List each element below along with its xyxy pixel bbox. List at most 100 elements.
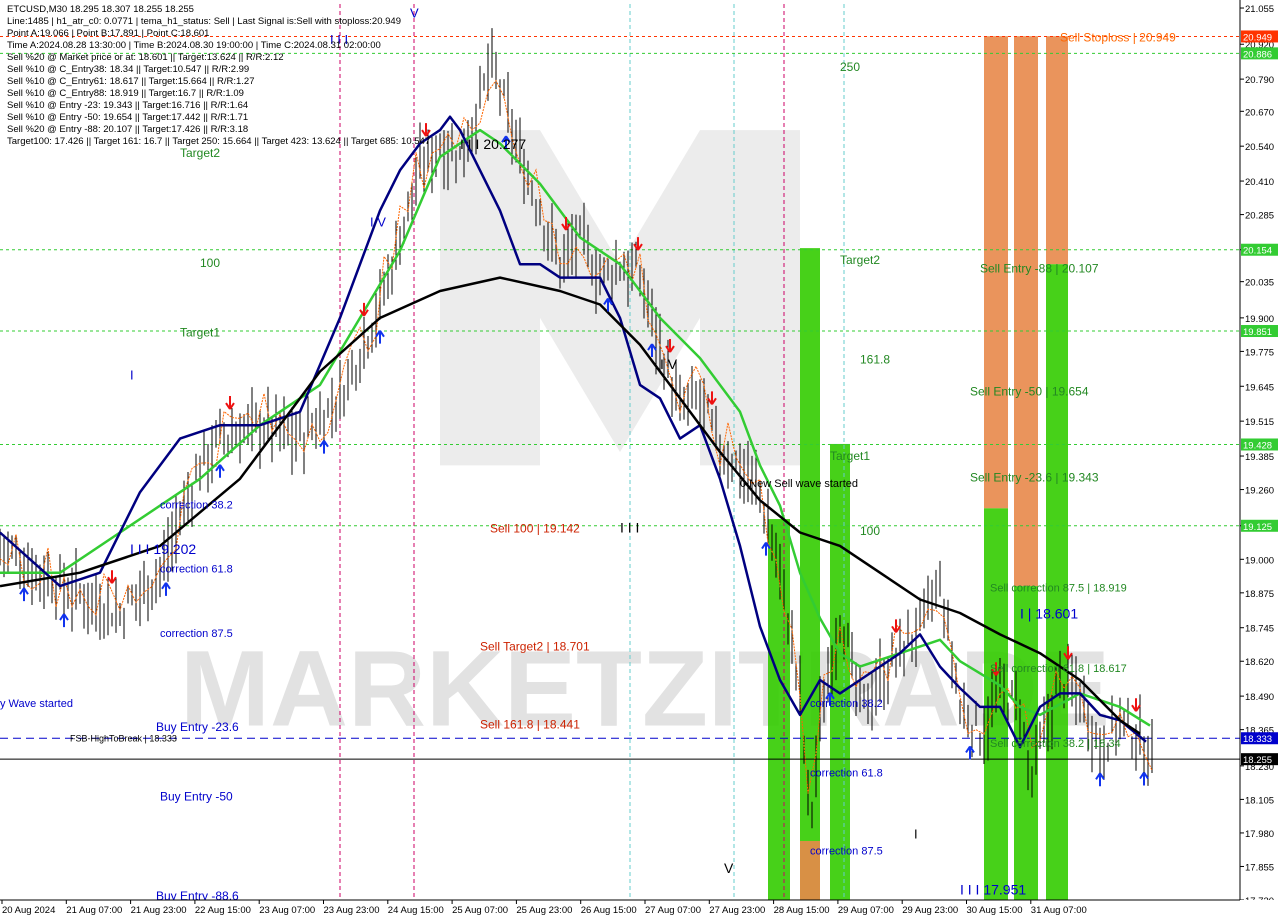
buy-arrow-icon-1	[59, 613, 69, 628]
x-tick-label: 21 Aug 23:00	[131, 905, 187, 916]
chart-annotation-label: I V	[370, 215, 386, 230]
chart-annotation-label: 161.8	[860, 352, 890, 366]
sell-arrow-icon-3	[421, 123, 431, 137]
buy-arrow-icon-2	[161, 582, 171, 596]
chart-annotation-label: Target2	[180, 146, 220, 160]
x-tick-label: 24 Aug 15:00	[388, 905, 444, 916]
watermark-text: MARKETZITRADE	[180, 628, 1110, 749]
info-line-sell-5: Sell %10 @ Entry -23: 19.343 || Target:1…	[7, 100, 249, 111]
chart-annotation-label: Sell 100 | 19.142	[490, 521, 580, 535]
info-line-times: Time A:2024.08.28 13:30:00 | Time B:2024…	[7, 40, 381, 51]
x-tick-label: 22 Aug 15:00	[195, 905, 251, 916]
chart-annotation-label: V	[724, 860, 734, 876]
chart-annotation-label: I I I 20.277	[460, 136, 526, 152]
y-tick-label: 20.790	[1245, 75, 1274, 86]
info-line-sell-2: Sell %10 @ C_Entry38: 18.34 || Target:10…	[7, 64, 250, 75]
chart-annotation-label: y Wave started	[0, 698, 73, 710]
y-tick-label: 20.540	[1245, 142, 1274, 153]
buy-arrow-icon-12	[1095, 772, 1105, 787]
y-tick-label: 19.515	[1245, 417, 1274, 428]
chart-annotation-label: Sell Stoploss | 20.949	[1060, 31, 1176, 45]
chart-annotation-label: correction 87.5	[810, 845, 883, 857]
signal-zone-4	[1046, 36, 1068, 265]
level-tag-label: 20.949	[1243, 32, 1272, 43]
info-line-sell-1: Sell %20 @ Market price or at: 18.601 ||…	[7, 52, 284, 63]
buy-arrow-icon-5	[375, 330, 385, 344]
y-tick-label: 18.490	[1245, 692, 1274, 703]
chart-annotation-label: V	[410, 5, 419, 20]
chart-annotation-label: FSB-HighToBreak | 18.333	[70, 734, 177, 744]
info-line-targets: Target100: 17.426 || Target 161: 16.7 ||…	[7, 136, 431, 147]
y-tick-label: 18.745	[1245, 624, 1274, 635]
x-tick-label: 20 Aug 2024	[2, 905, 55, 916]
x-tick-label: 23 Aug 07:00	[259, 905, 315, 916]
chart-annotation-label: 100	[200, 256, 220, 270]
chart-annotation-label: Target2	[840, 253, 880, 267]
x-tick-label: 29 Aug 07:00	[838, 905, 894, 916]
chart-annotation-label: I I I 19.202	[130, 541, 196, 557]
x-tick-label: 25 Aug 07:00	[452, 905, 508, 916]
level-tag-label: 19.125	[1243, 522, 1272, 533]
chart-annotation-label: Sell correction 61.8 | 18.617	[990, 663, 1127, 675]
x-tick-label: 27 Aug 07:00	[645, 905, 701, 916]
y-tick-label: 17.855	[1245, 862, 1274, 873]
chart-annotation-label: I V	[660, 356, 678, 372]
chart-annotation-label: Sell Entry -88 | 20.107	[980, 261, 1099, 275]
y-tick-label: 21.055	[1245, 4, 1274, 15]
buy-arrow-icon-13	[1139, 771, 1149, 786]
chart-annotation-label: Sell Target2 | 18.701	[480, 640, 590, 654]
chart-annotation-label: I | 18.601	[1020, 605, 1078, 621]
signal-zone-9	[830, 443, 850, 900]
info-line-sell-3: Sell %10 @ C_Entry61: 18.617 || Target:1…	[7, 76, 255, 87]
chart-annotation-label: I	[130, 368, 134, 383]
level-tag-label: 19.851	[1243, 327, 1272, 338]
y-tick-label: 18.105	[1245, 795, 1274, 806]
chart-annotation-label: correction 38.2	[160, 499, 233, 511]
y-tick-label: 18.620	[1245, 657, 1274, 668]
level-tag-label: 20.154	[1243, 246, 1272, 257]
buy-arrow-icon-0	[19, 587, 29, 602]
y-tick-label: 19.775	[1245, 347, 1274, 358]
signal-zone-2	[1014, 36, 1038, 587]
chart-annotation-label: Sell Entry -50 | 19.654	[970, 385, 1089, 399]
level-tag-label: 20.886	[1243, 49, 1272, 60]
chart-annotation-label: correction 87.5	[160, 628, 233, 640]
time-axis-background	[0, 900, 1280, 920]
chart-annotation-label: 0 New Sell wave started	[740, 478, 858, 490]
chart-annotation-label: I I I 17.951	[960, 882, 1026, 898]
y-tick-label: 20.035	[1245, 278, 1274, 289]
y-tick-label: 19.645	[1245, 382, 1274, 393]
sell-arrow-icon-0	[107, 570, 117, 584]
info-line-points: Point A:19.066 | Point B:17.891 | Point …	[7, 28, 210, 39]
x-tick-label: 21 Aug 07:00	[66, 905, 122, 916]
signal-zone-7	[800, 248, 820, 901]
watermark-logo	[440, 130, 800, 466]
x-tick-label: 23 Aug 23:00	[324, 905, 380, 916]
info-line-symbol: ETCUSD,M30 18.295 18.307 18.255 18.255	[7, 4, 194, 15]
chart-annotation-label: Buy Entry -23.6	[156, 720, 239, 734]
chart-annotation-label: 100	[860, 524, 880, 538]
sell-arrow-icon-11	[1131, 698, 1141, 712]
info-line-sell-7: Sell %20 @ Entry -88: 20.107 || Target:1…	[7, 124, 249, 135]
x-tick-label: 30 Aug 15:00	[967, 905, 1023, 916]
y-tick-label: 19.385	[1245, 452, 1274, 463]
chart-annotation-label: correction 61.8	[160, 564, 233, 576]
info-line-sell-4: Sell %10 @ C_Entry88: 18.919 || Target:1…	[7, 88, 244, 99]
chart-annotation-label: I I I	[620, 519, 639, 535]
signal-zone-6	[768, 519, 790, 900]
y-tick-label: 20.670	[1245, 107, 1274, 118]
x-tick-label: 25 Aug 23:00	[516, 905, 572, 916]
info-line-sell-6: Sell %10 @ Entry -50: 19.654 || Target:1…	[7, 112, 249, 123]
y-tick-label: 19.260	[1245, 486, 1274, 497]
x-tick-label: 29 Aug 23:00	[902, 905, 958, 916]
y-tick-label: 20.410	[1245, 177, 1274, 188]
chart-annotation-label: Sell correction 38.2 | 18.34	[990, 738, 1121, 750]
chart-area: MARKETZITRADE Sell Stoploss | 20.949 250 Ta…	[0, 0, 1280, 920]
chart-annotation-label: correction 38.2	[810, 698, 883, 710]
buy-arrow-icon-4	[319, 440, 329, 454]
level-tag-label: 18.255	[1243, 755, 1272, 766]
level-tag-label: 19.428	[1243, 440, 1272, 451]
chart-annotation-label: Sell Entry -23.6 | 19.343	[970, 471, 1099, 485]
x-tick-label: 28 Aug 15:00	[774, 905, 830, 916]
x-tick-label: 31 Aug 07:00	[1031, 905, 1087, 916]
